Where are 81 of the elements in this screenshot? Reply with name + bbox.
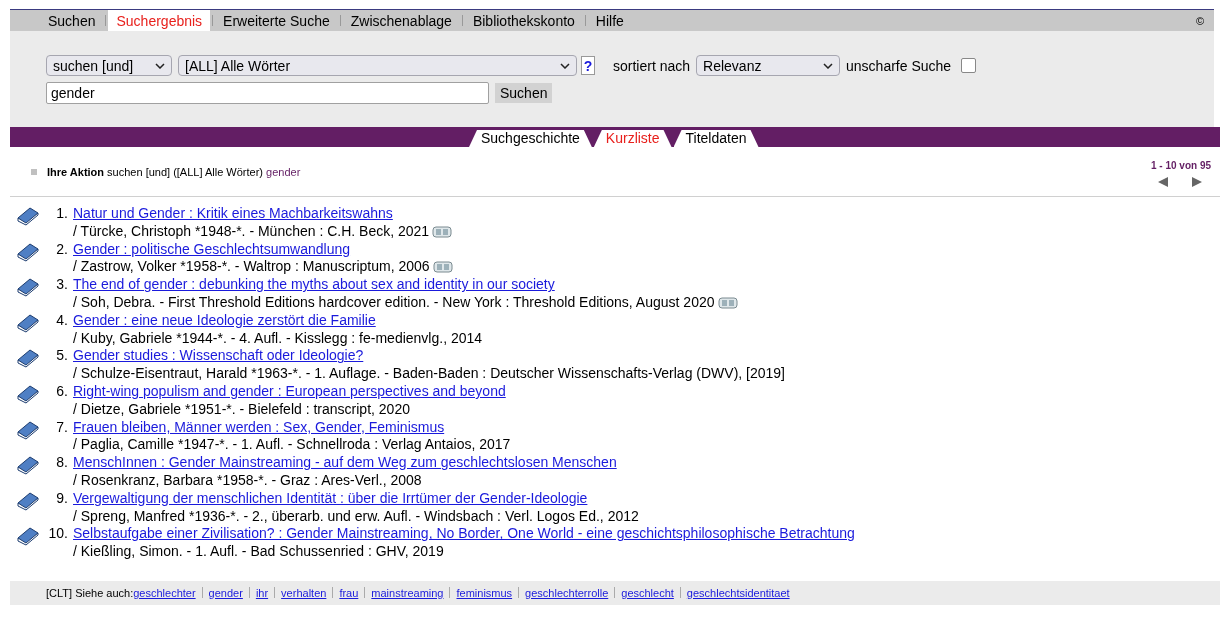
result-number: 2. <box>55 240 69 259</box>
menu-item[interactable]: Hilfe <box>587 10 632 31</box>
sort-label: sortiert nach <box>613 57 691 74</box>
see-also-link[interactable]: feminismus <box>456 586 513 599</box>
book-icon <box>16 312 40 333</box>
result-details: / Spreng, Manfred *1936-*. - 2., überarb. und erw. Aufl. - Windsbach : Verl. Logos Ed., 2012 <box>73 507 639 526</box>
result-title-link[interactable]: MenschInnen : Gender Mainstreaming - auf dem Weg zum geschlechtslosen Menschen <box>73 454 617 471</box>
result-number: 9. <box>55 489 69 508</box>
book-icon <box>16 490 40 511</box>
caret-icon <box>560 62 570 69</box>
see-also-link[interactable]: ihr <box>255 586 269 599</box>
view-tab[interactable]: Kurzliste <box>593 130 672 147</box>
result-number: 6. <box>55 382 69 401</box>
see-also-link[interactable]: mainstreaming <box>371 586 444 599</box>
search-button[interactable]: Suchen <box>495 83 553 103</box>
book-icon <box>16 455 40 476</box>
view-tab[interactable]: Suchgeschichte <box>469 130 592 147</box>
table-of-contents-icon[interactable] <box>717 296 738 309</box>
menu-item[interactable]: Suchergebnis <box>108 10 211 31</box>
menu-item[interactable]: Bibliothekskonto <box>464 10 583 31</box>
result-title-link[interactable]: Natur und Gender : Kritik eines Machbarkeitswahns <box>73 205 393 221</box>
book-icon <box>16 206 40 226</box>
result-number: 4. <box>55 311 69 330</box>
bullet-icon <box>31 168 37 175</box>
result-number: 5. <box>55 347 69 366</box>
help-button[interactable]: ? <box>581 56 595 75</box>
action-text: Ihre Aktion suchen [und] ([ALL] Alle Wörter) gender <box>47 165 301 178</box>
result-number: 7. <box>55 418 69 437</box>
book-icon <box>16 348 40 369</box>
result-details: / Paglia, Camille *1947-*. - 1. Aufl. - Schnellroda : Verlag Antaios, 2017 <box>73 436 511 455</box>
result-number: 3. <box>55 276 69 294</box>
result-title-link[interactable]: Vergewaltigung der menschlichen Identität : über die Irrtümer der Gender-Ideologie <box>73 489 588 506</box>
search-index-dropdown[interactable]: [ALL] Alle Wörter <box>178 55 577 76</box>
see-also-link[interactable]: geschlechtsidentitaet <box>686 586 790 599</box>
result-details: / Soh, Debra. - First Threshold Editions hardcover edition. - New York : Threshold Editions, August 2020 <box>73 294 715 312</box>
see-also-link[interactable]: geschlechterrolle <box>525 586 609 599</box>
fuzzy-search-checkbox[interactable] <box>961 58 977 73</box>
book-icon <box>16 526 40 547</box>
search-input[interactable]: gender <box>46 82 489 104</box>
menu-item[interactable]: Suchen <box>40 10 104 31</box>
result-number: 1. <box>55 205 69 223</box>
see-also-link[interactable]: frau <box>339 586 359 599</box>
result-title-link[interactable]: The end of gender : debunking the myths about sex and identity in our society <box>73 276 555 293</box>
copyright-text: © <box>1195 13 1204 29</box>
menu-item[interactable]: Zwischenablage <box>342 10 460 31</box>
result-details: / Kuby, Gabriele *1944-*. - 4. Aufl. - Kisslegg : fe-medienvlg., 2014 <box>73 329 483 348</box>
result-title-link[interactable]: Gender : eine neue Ideologie zerstört die Familie <box>73 311 376 328</box>
result-number: 10. <box>47 525 69 544</box>
result-title-link[interactable]: Gender studies : Wissenschaft oder Ideologie? <box>73 347 364 364</box>
previous-page-icon[interactable] <box>1157 176 1169 188</box>
result-number: 8. <box>55 454 69 472</box>
sort-dropdown[interactable]: Relevanz <box>696 55 841 76</box>
fuzzy-search-label: unscharfe Suche <box>846 57 952 74</box>
result-details: / Zastrow, Volker *1958-*. - Waltrop : Manuscriptum, 2006 <box>73 258 430 277</box>
see-also-link[interactable]: geschlecht <box>621 586 674 599</box>
view-tab[interactable]: Titeldaten <box>673 130 759 147</box>
table-of-contents-icon[interactable] <box>432 225 453 238</box>
result-details: / Kießling, Simon. - 1. Aufl. - Bad Schussenried : GHV, 2019 <box>73 543 444 561</box>
search-mode-dropdown[interactable]: suchen [und] <box>46 55 172 76</box>
result-details: / Dietze, Gabriele *1951-*. - Bielefeld : transcript, 2020 <box>73 400 410 419</box>
result-details: / Schulze-Eisentraut, Harald *1963-*. - 1. Auflage. - Baden-Baden : Deutscher Wissenschafts-Verlag (DWV), [2019] <box>73 365 785 383</box>
next-page-icon[interactable] <box>1191 176 1203 188</box>
menu-item[interactable]: Erweiterte Suche <box>215 10 338 31</box>
book-icon <box>16 241 40 262</box>
result-range: 1 - 10 von 95 <box>1150 160 1211 171</box>
book-icon <box>16 277 40 298</box>
table-of-contents-icon[interactable] <box>432 261 453 274</box>
caret-icon <box>823 62 834 69</box>
result-title-link[interactable]: Gender : politische Geschlechtsumwandlung <box>73 240 351 257</box>
result-title-link[interactable]: Right-wing populism and gender : European perspectives and beyond <box>73 382 506 399</box>
book-icon <box>16 383 40 404</box>
result-title-link[interactable]: Frauen bleiben, Männer werden : Sex, Gender, Feminismus <box>73 418 445 435</box>
result-details: / Türcke, Christoph *1948-*. - München : C.H. Beck, 2021 <box>73 222 430 241</box>
book-icon <box>16 419 40 440</box>
see-also-link[interactable]: geschlechter <box>133 586 196 599</box>
see-also-label: [CLT] Siehe auch: <box>46 586 134 599</box>
see-also-link[interactable]: gender <box>208 586 243 599</box>
result-details: / Rosenkranz, Barbara *1958-*. - Graz : Ares-Verl., 2008 <box>73 471 422 490</box>
result-title-link[interactable]: Selbstaufgabe einer Zivilisation? : Gender Mainstreaming, No Border, One World - eine geschichtsphilosophische Betrachtung <box>73 525 855 542</box>
see-also-link[interactable]: verhalten <box>281 586 327 599</box>
caret-icon <box>155 62 165 69</box>
